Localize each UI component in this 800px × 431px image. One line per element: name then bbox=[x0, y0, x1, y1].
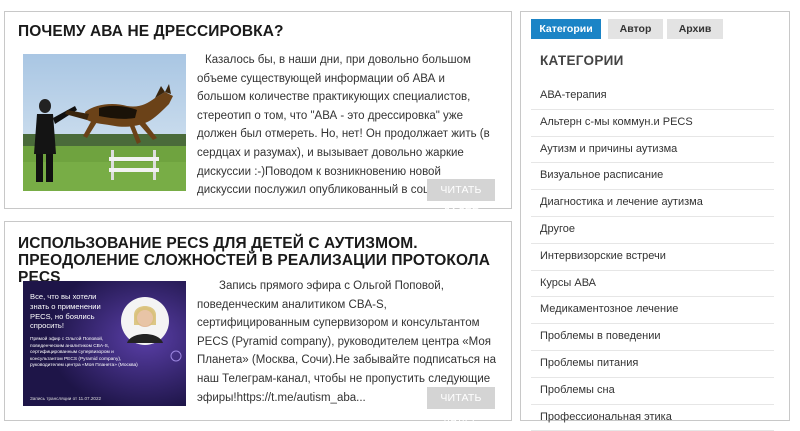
thumb-heading: Все, что вы хотели знать о применении PE… bbox=[30, 292, 101, 331]
category-item[interactable]: АВА-терапия bbox=[531, 83, 774, 110]
dog-photo-icon bbox=[23, 54, 186, 191]
read-more-button[interactable]: ЧИТАТЬ ДАЛЕЕ bbox=[427, 387, 495, 426]
category-item[interactable]: Аутизм и причины аутизма bbox=[531, 137, 774, 164]
sidebar-title: КАТЕГОРИИ bbox=[540, 53, 624, 68]
category-item[interactable]: Интервизорские встречи bbox=[531, 244, 774, 271]
sidebar: Категории Автор Архив КАТЕГОРИИ АВА-тера… bbox=[520, 11, 790, 431]
post-excerpt-text: Запись прямого эфира с Ольгой Поповой, п… bbox=[197, 280, 496, 404]
category-item[interactable]: Альтерн с-мы коммун.и PECS bbox=[531, 110, 774, 137]
post-title[interactable]: ПОЧЕМУ АВА НЕ ДРЕССИРОВКА? bbox=[18, 23, 501, 40]
tab-categories[interactable]: Категории bbox=[531, 19, 601, 39]
post-thumbnail-pecs[interactable]: Все, что вы хотели знать о применении PE… bbox=[23, 281, 186, 406]
category-item[interactable]: Курсы АВА bbox=[531, 271, 774, 298]
category-list: АВА-терапия Альтерн с-мы коммун.и PECS А… bbox=[531, 83, 774, 431]
post-thumbnail-dog[interactable] bbox=[23, 54, 186, 191]
category-item[interactable]: Другое bbox=[531, 217, 774, 244]
tab-author[interactable]: Автор bbox=[608, 19, 663, 39]
category-item[interactable]: Визуальное расписание bbox=[531, 163, 774, 191]
post-excerpt: Казалось бы, в наши дни, при довольно бо… bbox=[197, 51, 497, 200]
post-card: ПОЧЕМУ АВА НЕ ДРЕССИРОВКА? Казалось бы, … bbox=[4, 11, 512, 218]
category-item[interactable]: Профессиональная этика bbox=[531, 405, 774, 431]
thumb-body: Прямой эфир с Ольгой Поповой, поведенчес… bbox=[30, 337, 138, 369]
category-item[interactable]: Проблемы питания bbox=[531, 351, 774, 378]
read-more-button[interactable]: ЧИТАТЬ ДАЛЕЕ bbox=[427, 179, 495, 218]
post-card: ИСПОЛЬЗОВАНИЕ PECS ДЛЯ ДЕТЕЙ С АУТИЗМОМ.… bbox=[4, 221, 512, 426]
category-item[interactable]: Проблемы сна bbox=[531, 378, 774, 405]
thumb-footer: Запись трансляции от 11.07.2022 bbox=[30, 396, 102, 401]
post-excerpt-text: Казалось бы, в наши дни, при довольно бо… bbox=[197, 54, 490, 197]
category-item[interactable]: Диагностика и лечение аутизма bbox=[531, 190, 774, 217]
category-item[interactable]: Медикаментозное лечение bbox=[531, 297, 774, 325]
category-item[interactable]: Проблемы в поведении bbox=[531, 324, 774, 351]
tab-archive[interactable]: Архив bbox=[667, 19, 723, 39]
